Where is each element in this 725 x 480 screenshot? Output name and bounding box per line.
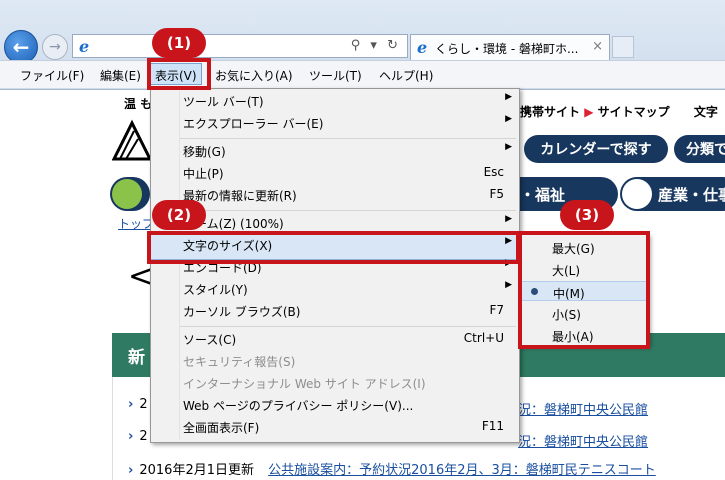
nature-icon [112, 179, 142, 209]
view-menu-item[interactable]: カーソル ブラウズ(B) F7 [183, 300, 512, 320]
news-section-title: 新 [128, 348, 145, 368]
menu-gutter [179, 91, 180, 440]
submenu-arrow-icon: ▶ [505, 142, 512, 152]
back-arrow-icon: ← [12, 35, 30, 59]
address-bar[interactable]: e ⚲ ▾ ↻ [72, 34, 408, 58]
address-tools-icon[interactable]: ⚲ ▾ ↻ [351, 38, 401, 53]
top-links: 携帯サイト ▶ サイトマップ 文字 [520, 103, 718, 120]
sitemap-link[interactable]: サイトマップ [598, 105, 670, 119]
view-menu-item-label: インターナショナル Web サイト アドレス(I) [183, 377, 426, 391]
view-menu-item[interactable]: ズーム(Z) (100%) ▶ [183, 212, 512, 232]
submenu-arrow-icon: ▶ [505, 114, 512, 124]
view-menu-item: インターナショナル Web サイト アドレス(I) [183, 372, 512, 392]
view-menu-item[interactable]: 全画面表示(F) F11 [183, 416, 512, 436]
shortcut-key: Esc [483, 165, 504, 179]
callout-box-2 [147, 231, 520, 264]
nav-industry-label: 産業・仕事 [658, 185, 725, 204]
news-date: 2016年2月1日更新 [139, 463, 254, 478]
chevron-right-icon: › [128, 397, 134, 412]
browser-chrome: ← → e ⚲ ▾ ↻ e くらし・環境 - 磐梯町ホ... × ファイル(F)… [0, 0, 725, 90]
news-link[interactable]: 況：磐梯町中央公民館 [518, 431, 648, 450]
submenu-arrow-icon: ▶ [505, 92, 512, 102]
view-menu-item: セキュリティ報告(S) [183, 350, 512, 370]
view-menu-item-label: Web ページのプライバシー ポリシー(V)... [183, 399, 414, 413]
view-menu-item-label: ツール バー(T) [183, 95, 264, 109]
shortcut-key: F5 [489, 187, 504, 201]
menu-separator [180, 138, 516, 139]
forward-button[interactable]: → [42, 34, 68, 60]
news-item: › 2016年2月1日更新 公共施設案内：予約状況2016年2月、3月：磐梯町民テ… [128, 459, 656, 478]
tab-title: くらし・環境 - 磐梯町ホ... [435, 42, 579, 56]
ie-icon: e [79, 37, 90, 56]
news-date: 2 [139, 397, 148, 412]
view-menu-item[interactable]: ソース(C) Ctrl+U [183, 328, 512, 348]
callout-box-1 [147, 58, 211, 90]
view-menu-item[interactable]: ツール バー(T) ▶ [183, 90, 512, 110]
arrow-icon: ▶ [584, 105, 594, 119]
view-menu-item[interactable]: 移動(G) ▶ [183, 140, 512, 160]
shortcut-key: F11 [481, 419, 504, 433]
menu-favorites[interactable]: お気に入り(A) [215, 67, 293, 84]
people-icon: ☺ [622, 179, 652, 209]
site-logo-text: 温 も [124, 97, 153, 111]
menu-bar: ファイル(F) 編集(E) 表示(V) お気に入り(A) ツール(T) ヘルプ(… [0, 60, 725, 88]
forward-arrow-icon: → [49, 39, 61, 55]
view-menu-item[interactable]: スタイル(Y) ▶ [183, 278, 512, 298]
view-menu-item-label: カーソル ブラウズ(B) [183, 305, 301, 319]
nav-industry[interactable]: ☺ 産業・仕事 [620, 177, 725, 211]
mobile-site-link[interactable]: 携帯サイト [520, 105, 580, 119]
tab-close-icon[interactable]: × [592, 39, 603, 54]
text-size-link[interactable]: 文字 [694, 105, 718, 119]
news-date: 2 [139, 429, 148, 444]
view-menu-item-label: 移動(G) [183, 145, 226, 159]
menu-edit[interactable]: 編集(E) [100, 67, 141, 84]
news-link[interactable]: 公共施設案内：予約状況2016年2月、3月：磐梯町民テニスコート [268, 463, 656, 478]
view-menu-item-label: 最新の情報に更新(R) [183, 189, 297, 203]
callout-label-1: (1) [152, 28, 206, 58]
news-item: › 2 [128, 397, 148, 412]
nav-left-pill[interactable] [110, 177, 150, 211]
back-button[interactable]: ← [4, 30, 38, 64]
breadcrumb[interactable]: トップ [118, 215, 154, 232]
shortcut-key: F7 [489, 303, 504, 317]
chevron-right-icon: › [128, 429, 134, 444]
view-menu-item[interactable]: Web ページのプライバシー ポリシー(V)... [183, 394, 512, 414]
view-menu-item-label: エクスプローラー バー(E) [183, 117, 324, 131]
view-menu-item[interactable]: エクスプローラー バー(E) ▶ [183, 112, 512, 132]
news-item: › 2 [128, 429, 148, 444]
nav-welfare-label: ・福祉 [520, 185, 566, 204]
callout-label-3: (3) [560, 200, 614, 230]
tab-ie-icon: e [417, 38, 428, 57]
menu-help[interactable]: ヘルプ(H) [379, 67, 433, 84]
callout-box-3 [518, 231, 650, 349]
view-menu-item-label: ソース(C) [183, 333, 237, 347]
menu-separator [180, 210, 516, 211]
menu-file[interactable]: ファイル(F) [20, 67, 84, 84]
view-menu-item[interactable]: 最新の情報に更新(R) F5 [183, 184, 512, 204]
menu-separator [180, 326, 516, 327]
site-logo-icon [112, 119, 152, 161]
browser-tab[interactable]: e くらし・環境 - 磐梯町ホ... × [410, 34, 610, 60]
view-menu-item-label: 全画面表示(F) [183, 421, 260, 435]
submenu-arrow-icon: ▶ [505, 280, 512, 290]
category-search-button[interactable]: 分類で [674, 135, 725, 163]
new-tab-button[interactable] [612, 36, 634, 58]
callout-label-2: (2) [152, 200, 206, 230]
submenu-arrow-icon: ▶ [505, 214, 512, 224]
view-menu-item-label: スタイル(Y) [183, 283, 248, 297]
news-link[interactable]: 況：磐梯町中央公民館 [518, 399, 648, 418]
menu-tools[interactable]: ツール(T) [309, 67, 362, 84]
view-menu-item-label: セキュリティ報告(S) [183, 355, 296, 369]
chevron-right-icon: › [128, 463, 134, 478]
shortcut-key: Ctrl+U [463, 331, 504, 345]
calendar-search-button[interactable]: カレンダーで探す [524, 135, 668, 163]
view-menu-item[interactable]: 中止(P) Esc [183, 162, 512, 182]
view-menu-item-label: 中止(P) [183, 167, 224, 181]
